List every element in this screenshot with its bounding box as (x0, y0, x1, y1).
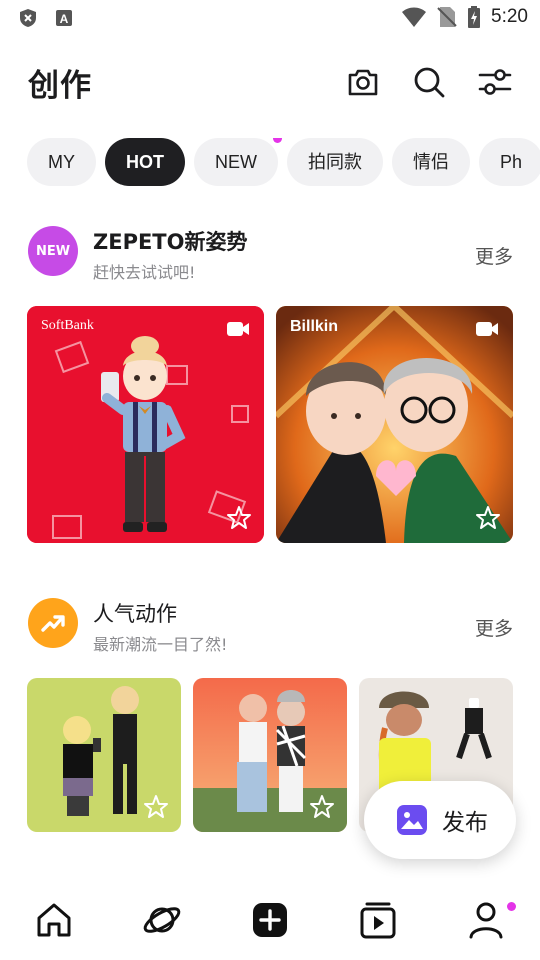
star-icon[interactable] (475, 505, 501, 531)
pose-card[interactable]: Billkin (276, 306, 513, 543)
new-indicator-dot (273, 138, 282, 143)
more-link[interactable]: 更多 (475, 614, 513, 641)
trending-badge (28, 598, 78, 648)
more-link[interactable]: 更多 (475, 242, 513, 269)
star-icon[interactable] (143, 794, 169, 820)
battery-icon (468, 6, 481, 28)
no-sim-icon (437, 7, 457, 27)
search-icon[interactable] (411, 64, 447, 100)
section-subtitle: 最新潮流一目了然! (93, 635, 228, 654)
image-icon (397, 805, 427, 835)
publish-button[interactable]: 发布 (364, 781, 516, 859)
star-icon[interactable] (226, 505, 252, 531)
svg-text:A: A (60, 12, 69, 26)
bottom-nav (0, 878, 540, 960)
brand-label: Billkin (290, 318, 339, 335)
pose-card[interactable]: SoftBank (27, 306, 264, 543)
section-subtitle: 赶快去试试吧! (93, 263, 196, 282)
status-bar: A 5:20 (0, 0, 540, 36)
page-title: 创作 (28, 68, 92, 104)
video-icon (227, 322, 249, 336)
chip-photo[interactable]: Ph (479, 138, 540, 186)
video-feed-icon[interactable] (358, 900, 398, 940)
profile-icon[interactable] (466, 900, 506, 940)
translate-icon: A (56, 10, 72, 26)
section-new-poses: NEW ZEPETO新姿势 赶快去试试吧! 更多 (0, 226, 540, 290)
video-icon (476, 322, 498, 336)
clock: 5:20 (491, 6, 528, 27)
chip-same-pose[interactable]: 拍同款 (287, 138, 383, 186)
create-plus-icon[interactable] (250, 900, 290, 940)
new-badge: NEW (28, 226, 78, 276)
pose-card[interactable] (193, 678, 347, 832)
header: 创作 (0, 52, 540, 112)
chip-new[interactable]: NEW (194, 138, 282, 186)
pose-card[interactable] (27, 678, 181, 832)
camera-icon[interactable] (345, 64, 381, 100)
chip-hot[interactable]: HOT (105, 138, 185, 186)
section-popular-poses: 人气动作 最新潮流一目了然! 更多 (0, 598, 540, 662)
section-title: 人气动作 (93, 602, 177, 626)
home-icon[interactable] (34, 900, 74, 940)
publish-label: 发布 (442, 810, 488, 836)
trending-up-icon (41, 615, 65, 632)
wifi-icon (402, 7, 427, 27)
filter-icon[interactable] (477, 64, 513, 100)
shield-icon (20, 9, 36, 27)
star-icon[interactable] (309, 794, 335, 820)
section-title: ZEPETO新姿势 (93, 230, 248, 254)
profile-notification-dot (507, 902, 516, 911)
chip-couple[interactable]: 情侣 (392, 138, 470, 186)
brand-label: SoftBank (41, 318, 94, 333)
category-chips: MY HOT NEW 拍同款 情侣 Ph (27, 138, 540, 186)
planet-icon[interactable] (142, 900, 182, 940)
chip-my[interactable]: MY (27, 138, 96, 186)
